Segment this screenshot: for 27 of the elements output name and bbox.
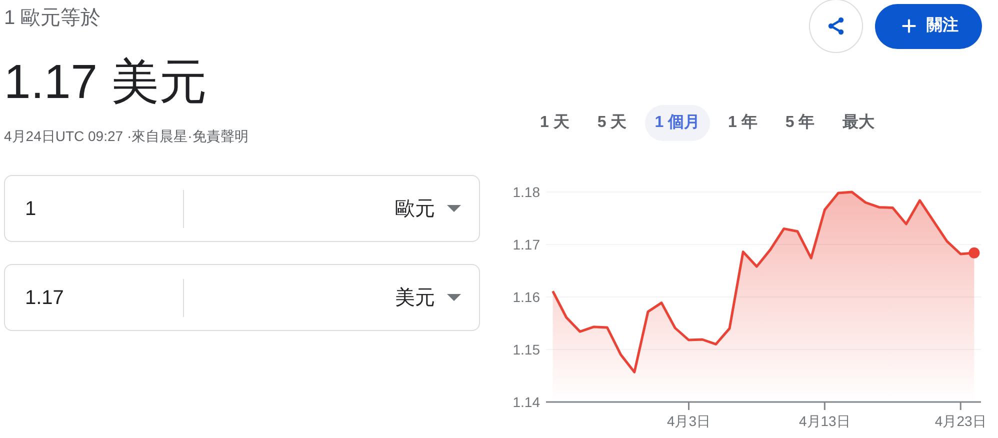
caret-icon <box>447 205 461 212</box>
base-label: 1 歐元等於 <box>4 6 101 30</box>
axis-label: 1.14 <box>512 394 540 410</box>
amount-field[interactable]: 1 <box>25 194 175 224</box>
update-info: 4月24日UTC 09:27 ·來自晨星·免責聲明 <box>4 127 248 145</box>
caret-icon <box>447 294 461 301</box>
share-icon <box>826 16 846 36</box>
range-tab[interactable]: 1 個月 <box>644 105 710 141</box>
axis-label: 1.16 <box>512 289 540 305</box>
axis-label: 4月13日 <box>799 413 850 429</box>
follow-button[interactable]: 關注 <box>875 4 982 48</box>
axis-label: 1.15 <box>512 342 540 358</box>
currency-dropdown[interactable]: 歐元 <box>184 176 479 241</box>
end-point-marker <box>968 247 980 258</box>
axis-label: 4月23日 <box>934 413 986 429</box>
range-tab[interactable]: 1 年 <box>718 105 768 141</box>
range-tab[interactable]: 1 天 <box>530 105 580 141</box>
currency-dropdown[interactable]: 美元 <box>184 265 479 330</box>
conversion-result: 1.17 美元 <box>4 55 207 111</box>
amount-field[interactable]: 1.17 <box>25 282 175 312</box>
range-tab[interactable]: 最大 <box>832 105 885 141</box>
share-button[interactable] <box>809 0 863 53</box>
range-tab[interactable]: 5 天 <box>587 105 637 141</box>
axis-label: 4月3日 <box>666 413 711 429</box>
axis-label: 1.17 <box>512 236 540 252</box>
range-tab[interactable]: 5 年 <box>775 105 825 141</box>
axis-label: 1.18 <box>512 184 540 200</box>
